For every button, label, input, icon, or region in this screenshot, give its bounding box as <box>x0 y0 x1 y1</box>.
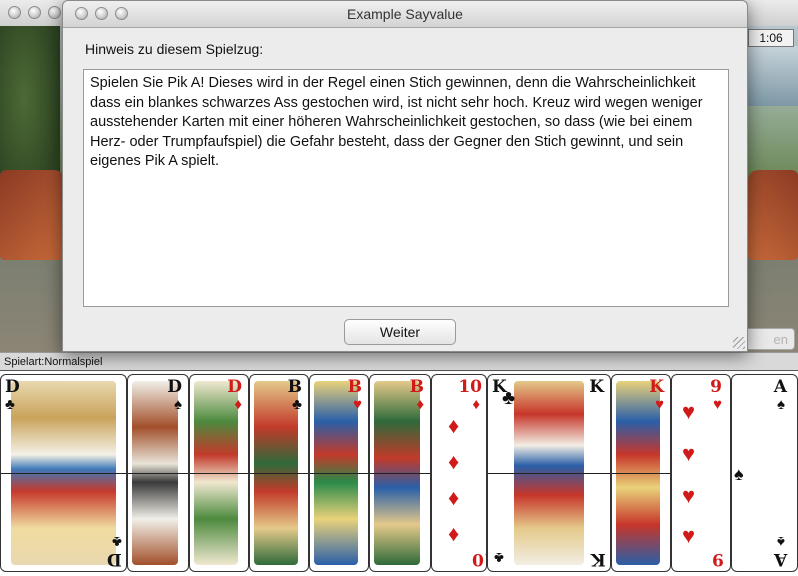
spade-icon: ♠ <box>777 396 785 413</box>
card-divider <box>310 473 368 474</box>
club-icon: ♣ <box>5 396 15 413</box>
card-rank-bottom: K <box>591 549 606 569</box>
card-rank: B <box>347 377 362 397</box>
card-jack-hearts[interactable]: B ♥ <box>309 374 369 572</box>
card-rank-bottom: D <box>107 549 122 569</box>
hint-dialog: Example Sayvalue Hinweis zu diesem Spiel… <box>62 0 748 352</box>
game-mode-status: Spielart:Normalspiel <box>0 352 798 370</box>
card-divider <box>1 473 126 474</box>
card-divider <box>128 473 188 474</box>
diamond-icon: ♦ <box>234 396 242 413</box>
card-ten-diamonds[interactable]: 10 ♦ ♦ ♦ ♦ ♦ 10 <box>431 374 487 572</box>
card-jack-diamonds[interactable]: B ♦ <box>369 374 431 572</box>
spade-pip-icon: ♠ <box>734 464 744 484</box>
hint-text-area[interactable]: Spielen Sie Pik A! Dieses wird in der Re… <box>83 69 729 307</box>
heart-icon: ♥ <box>655 396 664 413</box>
card-rank: D <box>167 377 182 397</box>
heart-pip-icon: ♥ <box>682 399 696 424</box>
game-timer: 1:06 <box>748 29 794 47</box>
diamond-icon: ♦ <box>416 396 424 413</box>
spade-icon: ♠ <box>174 396 182 413</box>
diamond-icon: ♦ <box>472 396 480 413</box>
card-queen-diamonds[interactable]: D ♦ <box>189 374 249 572</box>
card-rank-bottom: A <box>773 549 787 569</box>
card-rank: 10 <box>458 377 482 397</box>
card-rank-right: K <box>589 377 604 397</box>
diamond-pip-icon: ♦ <box>448 485 460 510</box>
sea-view-decoration <box>748 46 798 106</box>
club-icon-bottom: ♣ <box>112 533 122 550</box>
card-rank: D <box>227 377 242 397</box>
club-icon: ♣ <box>502 387 516 409</box>
heart-pip-icon: ♥ <box>682 441 696 466</box>
diamond-pip-icon: ♦ <box>448 521 460 546</box>
card-rank-bottom: 9 <box>712 549 724 569</box>
card-rank: 9 <box>710 377 722 397</box>
card-king-clubs[interactable]: K ♣ K K ♣ <box>487 374 611 572</box>
beach-chair-decoration-right <box>748 170 798 260</box>
card-ace-spades[interactable]: A ♠ ♠ A ♠ <box>731 374 798 572</box>
card-rank: B <box>287 377 302 397</box>
side-button[interactable]: en <box>745 328 795 350</box>
heart-icon: ♥ <box>353 396 362 413</box>
card-divider <box>250 473 308 474</box>
card-king-hearts[interactable]: K ♥ <box>611 374 671 572</box>
card-rank: K <box>649 377 664 397</box>
card-rank: D <box>5 377 20 397</box>
zoom-window-button[interactable] <box>48 6 61 19</box>
card-nine-hearts[interactable]: 9 ♥ ♥ ♥ ♥ ♥ 9 <box>671 374 731 572</box>
club-icon: ♣ <box>292 396 302 413</box>
hand-of-cards: D ♣ D ♣ D ♠ D ♦ B ♣ B ♥ B ♦ 10 ♦ ♦ ♦ ♦ ♦… <box>0 370 798 576</box>
resize-grip-icon[interactable] <box>733 337 745 349</box>
minimize-window-button[interactable] <box>28 6 41 19</box>
hint-heading: Hinweis zu diesem Spielzug: <box>85 41 264 57</box>
card-rank: B <box>409 377 424 397</box>
card-divider <box>190 473 248 474</box>
continue-button[interactable]: Weiter <box>344 319 456 345</box>
card-rank: A <box>773 377 787 397</box>
heart-pip-icon: ♥ <box>682 483 696 508</box>
beach-chair-decoration <box>0 170 64 260</box>
card-jack-clubs[interactable]: B ♣ <box>249 374 309 572</box>
dialog-title: Example Sayvalue <box>347 6 463 22</box>
card-divider <box>370 473 430 474</box>
card-queen-clubs[interactable]: D ♣ D ♣ <box>0 374 127 572</box>
close-window-button[interactable] <box>8 6 21 19</box>
diamond-pip-icon: ♦ <box>448 413 460 438</box>
dialog-titlebar: Example Sayvalue <box>63 1 747 28</box>
card-queen-spades[interactable]: D ♠ <box>127 374 189 572</box>
heart-icon: ♥ <box>713 396 722 413</box>
card-rank-bottom: 10 <box>472 549 486 569</box>
card-divider <box>612 473 670 474</box>
club-icon-bottom: ♣ <box>494 549 504 566</box>
spade-icon-bottom: ♠ <box>777 533 785 550</box>
card-divider <box>488 473 610 474</box>
diamond-pip-icon: ♦ <box>448 449 460 474</box>
heart-pip-icon: ♥ <box>682 523 696 548</box>
